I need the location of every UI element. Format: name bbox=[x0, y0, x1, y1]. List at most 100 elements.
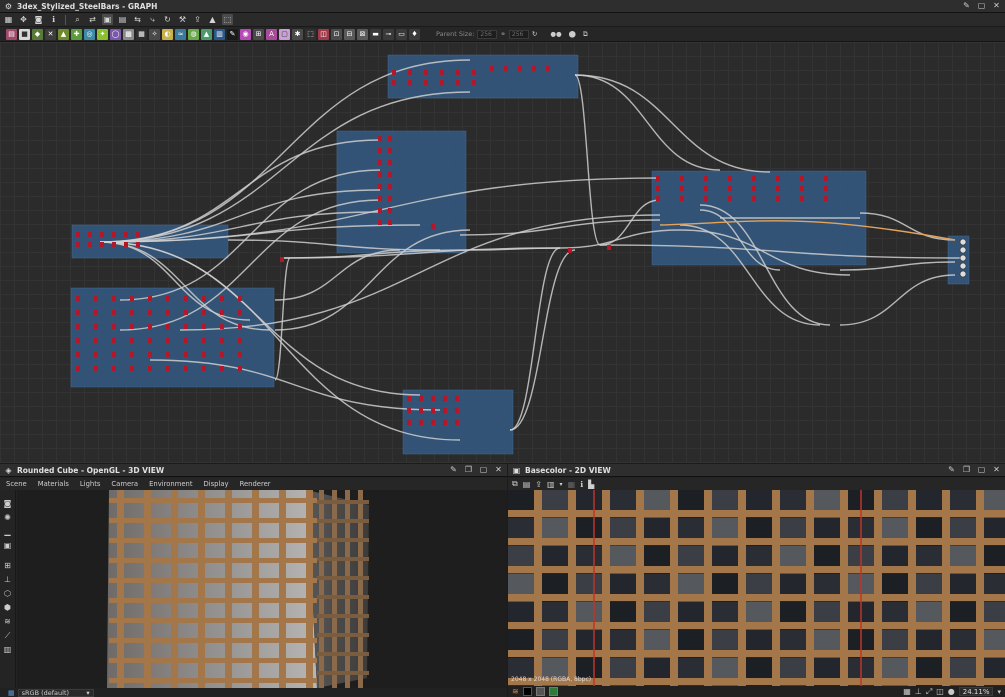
menu-environment[interactable]: Environment bbox=[149, 480, 192, 488]
actual-size-icon[interactable]: ◫ bbox=[936, 687, 944, 696]
wire-cube-icon[interactable]: ⬢ bbox=[2, 602, 13, 613]
link-ratio-icon[interactable]: ⚭ bbox=[500, 30, 505, 38]
reference-icon[interactable]: ⧉ bbox=[583, 30, 588, 39]
pixel-processor-icon[interactable]: ⊞ bbox=[253, 28, 264, 40]
grid-icon[interactable]: ▦ bbox=[903, 687, 911, 696]
chevron-down-icon[interactable]: ▾ bbox=[560, 481, 563, 488]
graph-node-icon[interactable]: ⊠ bbox=[357, 28, 368, 40]
layout-icon[interactable]: ▤ bbox=[117, 14, 128, 25]
pin-icon[interactable]: ✎ bbox=[449, 465, 458, 475]
fx-node-icon[interactable]: ✧ bbox=[149, 28, 160, 40]
comment-node-icon[interactable]: ✱ bbox=[292, 28, 303, 40]
curve-node-icon[interactable]: ✕ bbox=[45, 28, 56, 40]
svg-node-icon[interactable]: ✎ bbox=[227, 28, 238, 40]
menu-display[interactable]: Display bbox=[204, 480, 229, 488]
warp-node-icon[interactable]: ◎ bbox=[84, 28, 95, 40]
output-node-icon[interactable]: ⬚ bbox=[305, 28, 316, 40]
bitmap-node-icon[interactable]: ▥ bbox=[214, 28, 225, 40]
grid-node-icon[interactable]: ⊡ bbox=[331, 28, 342, 40]
gray-bg-swatch[interactable] bbox=[535, 687, 545, 696]
edge-node-icon[interactable]: ◍ bbox=[188, 28, 199, 40]
menu-camera[interactable]: Camera bbox=[111, 480, 138, 488]
tile-icon[interactable]: ▦ bbox=[568, 480, 576, 489]
axis-icon[interactable]: ⊥ bbox=[2, 574, 13, 585]
cube-icon[interactable]: ⬡ bbox=[2, 588, 13, 599]
fill-icon[interactable]: ▲ bbox=[207, 14, 218, 25]
axis-icon[interactable]: ⊥ bbox=[915, 687, 922, 696]
parent-size-width[interactable]: 256 bbox=[477, 29, 498, 39]
menu-lights[interactable]: Lights bbox=[80, 480, 101, 488]
environment-icon[interactable]: ▁ bbox=[2, 526, 13, 537]
layout-icon[interactable]: ⊞ bbox=[2, 560, 13, 571]
info-icon[interactable]: ℹ bbox=[580, 480, 583, 489]
uniform-node-icon[interactable]: ■ bbox=[19, 28, 30, 40]
emboss-node-icon[interactable]: ≈ bbox=[175, 28, 186, 40]
copy-icon[interactable]: ⧉ bbox=[512, 479, 518, 489]
screenshot-icon[interactable]: ▣ bbox=[2, 540, 13, 551]
tool-icon[interactable]: ⚒ bbox=[177, 14, 188, 25]
blend-node-icon[interactable]: ◆ bbox=[32, 28, 43, 40]
search-icon[interactable]: ⌕ bbox=[72, 14, 83, 25]
zoom-out-icon[interactable]: ● bbox=[948, 687, 955, 696]
close-icon[interactable]: ✕ bbox=[992, 1, 1001, 11]
camera-icon[interactable]: ◙ bbox=[2, 498, 13, 509]
frame-node-icon[interactable]: ▢ bbox=[279, 28, 290, 40]
restore-icon[interactable]: ❐ bbox=[464, 465, 473, 475]
gradient-node-icon[interactable]: ▤ bbox=[6, 28, 17, 40]
menu-scene[interactable]: Scene bbox=[6, 480, 27, 488]
stats-icon[interactable]: ▥ bbox=[2, 644, 13, 655]
normal-node-icon[interactable]: ◯ bbox=[110, 28, 121, 40]
export-icon[interactable]: ⇪ bbox=[535, 480, 542, 489]
menu-renderer[interactable]: Renderer bbox=[240, 480, 271, 488]
zoom-chevron-icon[interactable]: ▾ bbox=[997, 688, 1001, 696]
channels-icon[interactable]: ▥ bbox=[547, 480, 555, 489]
transform-node-icon[interactable]: ✚ bbox=[71, 28, 82, 40]
restore-icon[interactable]: ❐ bbox=[962, 465, 971, 475]
graph-canvas[interactable] bbox=[0, 42, 1005, 463]
microphone-icon[interactable]: ♦ bbox=[409, 28, 420, 40]
align-icon[interactable]: ⇆ bbox=[132, 14, 143, 25]
shape-node-icon[interactable]: ▲ bbox=[201, 28, 212, 40]
colorspace-select[interactable]: sRGB (default) ▾ bbox=[17, 688, 94, 697]
save-icon[interactable]: ▤ bbox=[523, 480, 531, 489]
hsl-node-icon[interactable]: ✦ bbox=[97, 28, 108, 40]
comment-bubble-icon[interactable]: ▬ bbox=[370, 28, 381, 40]
fit-icon[interactable]: ⤢ bbox=[926, 687, 932, 697]
preview-node-icon[interactable]: ▭ bbox=[396, 28, 407, 40]
tangent-icon[interactable]: ⟋ bbox=[2, 630, 13, 641]
maximize-icon[interactable]: ▢ bbox=[479, 465, 488, 475]
text-node-icon[interactable]: A bbox=[266, 28, 277, 40]
light-icon[interactable]: ✺ bbox=[2, 512, 13, 523]
zoom-readout[interactable]: 24.11% bbox=[958, 687, 994, 696]
pin-icon[interactable]: ✎ bbox=[947, 465, 956, 475]
export-icon[interactable]: ⇪ bbox=[192, 14, 203, 25]
dots-icon[interactable]: ●● bbox=[550, 30, 561, 38]
grid-icon[interactable]: ▦ bbox=[3, 14, 14, 25]
close-icon[interactable]: ✕ bbox=[992, 465, 1001, 475]
select-icon[interactable]: ⬚ bbox=[222, 14, 233, 25]
blur-node-icon[interactable]: ▩ bbox=[123, 28, 134, 40]
levels-node-icon[interactable]: ▲ bbox=[58, 28, 69, 40]
menu-materials[interactable]: Materials bbox=[38, 480, 69, 488]
distance-node-icon[interactable]: ◐ bbox=[162, 28, 173, 40]
layers-icon[interactable]: ≋ bbox=[512, 687, 519, 696]
input-node-icon[interactable]: ◫ bbox=[318, 28, 329, 40]
parent-size-height[interactable]: 256 bbox=[508, 29, 529, 39]
move-icon[interactable]: ✥ bbox=[18, 14, 29, 25]
view2d-viewport[interactable] bbox=[508, 490, 1005, 686]
refresh-icon[interactable]: ↻ bbox=[162, 14, 173, 25]
camera-icon[interactable]: ◙ bbox=[33, 14, 44, 25]
info-icon[interactable]: ℹ bbox=[48, 14, 59, 25]
histogram-icon[interactable]: ▙ bbox=[588, 480, 594, 489]
maximize-icon[interactable]: ▢ bbox=[977, 465, 986, 475]
checker-bg-swatch[interactable] bbox=[548, 687, 558, 696]
maximize-icon[interactable]: ▢ bbox=[977, 1, 986, 11]
black-bg-swatch[interactable] bbox=[522, 687, 532, 696]
layers-icon[interactable]: ≋ bbox=[2, 616, 13, 627]
reset-size-icon[interactable]: ↻ bbox=[532, 30, 537, 38]
tile-node-icon[interactable]: ▦ bbox=[136, 28, 147, 40]
view-node-icon[interactable]: ⊟ bbox=[344, 28, 355, 40]
close-icon[interactable]: ✕ bbox=[494, 465, 503, 475]
pin-icon[interactable]: ✎ bbox=[962, 1, 971, 11]
gradient-map-node-icon[interactable]: ◉ bbox=[240, 28, 251, 40]
